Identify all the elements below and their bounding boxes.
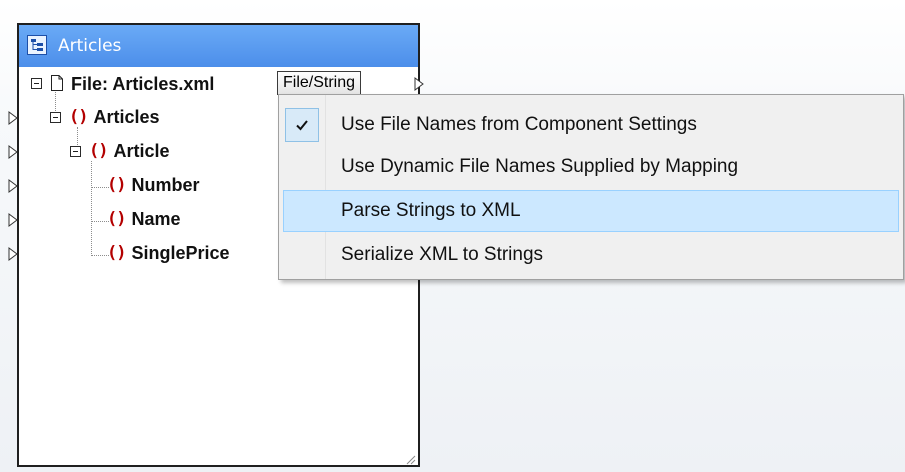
- input-connector-icon[interactable]: [8, 213, 18, 227]
- input-connector-icon[interactable]: [8, 145, 18, 159]
- output-connector-icon[interactable]: [414, 77, 424, 91]
- collapse-articles-toggle[interactable]: [50, 112, 61, 123]
- file-string-button[interactable]: File/String: [277, 71, 362, 95]
- input-connector-icon[interactable]: [8, 111, 18, 125]
- element-icon: (): [89, 141, 109, 161]
- input-connector-icon[interactable]: [8, 179, 18, 193]
- tree-node-name[interactable]: () Name: [107, 207, 181, 231]
- tree-node-label: SinglePrice: [131, 242, 230, 263]
- tree-node-number[interactable]: () Number: [107, 173, 200, 197]
- menu-item-parse-strings-to-xml[interactable]: Parse Strings to XML: [283, 190, 899, 232]
- tree-node-label: Article: [113, 140, 170, 161]
- resize-grip-icon[interactable]: [404, 453, 416, 465]
- element-icon: (): [107, 209, 127, 229]
- context-menu: Use File Names from Component Settings U…: [278, 94, 904, 280]
- menu-item-label: Parse Strings to XML: [341, 200, 521, 221]
- checkmark-icon: [296, 120, 308, 131]
- menu-item-serialize-xml-to-strings[interactable]: Serialize XML to Strings: [283, 234, 899, 276]
- tree-node-singleprice[interactable]: () SinglePrice: [107, 241, 230, 265]
- file-icon: [51, 75, 63, 91]
- collapse-article-toggle[interactable]: [70, 146, 81, 157]
- tree-node-article[interactable]: () Article: [89, 139, 170, 163]
- tree-node-label: Name: [131, 208, 181, 229]
- menu-item-label: Use File Names from Component Settings: [341, 114, 697, 135]
- tree-node-label: Number: [131, 174, 200, 195]
- tree-node-label: Articles: [93, 106, 160, 127]
- tree-line: [91, 161, 92, 256]
- menu-item-label: Serialize XML to Strings: [341, 244, 544, 265]
- menu-item-use-dynamic-file-names[interactable]: Use Dynamic File Names Supplied by Mappi…: [283, 146, 899, 188]
- menu-item-use-file-names[interactable]: Use File Names from Component Settings: [283, 104, 899, 146]
- tree-node-articles[interactable]: () Articles: [69, 105, 160, 129]
- component-title: Articles: [58, 36, 122, 56]
- file-node-label: File: Articles.xml: [71, 74, 215, 94]
- component-icon: [27, 35, 47, 55]
- component-header[interactable]: Articles: [19, 25, 418, 67]
- input-connector-icon[interactable]: [8, 247, 18, 261]
- element-icon: (): [69, 107, 89, 127]
- element-icon: (): [107, 243, 127, 263]
- menu-item-label: Use Dynamic File Names Supplied by Mappi…: [341, 156, 739, 177]
- collapse-file-toggle[interactable]: [31, 78, 42, 89]
- checkmark-box: [285, 108, 319, 142]
- element-icon: (): [107, 175, 127, 195]
